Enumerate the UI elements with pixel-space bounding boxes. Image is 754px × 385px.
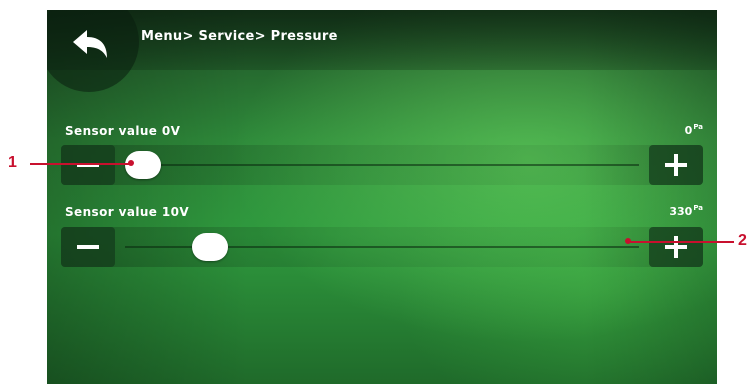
slider-label-0v: Sensor value 0V [65, 124, 181, 138]
slider-row-0v [61, 145, 703, 185]
increase-button-0v[interactable] [649, 145, 703, 185]
callout-dot-2 [625, 238, 631, 244]
decrease-button-10v[interactable] [61, 227, 115, 267]
device-screen: Menu> Service> Pressure Sensor value 0V … [47, 10, 717, 384]
back-button[interactable] [67, 26, 115, 66]
plus-icon [665, 154, 687, 176]
decrease-button-0v[interactable] [61, 145, 115, 185]
callout-number-1: 1 [8, 154, 17, 171]
callout-line-2 [630, 241, 734, 243]
slider-thumb-10v[interactable] [191, 233, 228, 261]
slider-track-0v [125, 164, 639, 166]
slider-row-10v [61, 227, 703, 267]
callout-line-1 [30, 163, 130, 165]
breadcrumb: Menu> Service> Pressure [141, 29, 338, 44]
plus-icon [665, 236, 687, 258]
minus-icon [77, 163, 99, 167]
slider-value-0v: 0Pa [684, 123, 703, 137]
callout-dot-1 [128, 160, 134, 166]
slider-label-10v: Sensor value 10V [65, 205, 190, 219]
slider-value-10v: 330Pa [669, 204, 703, 218]
callout-number-2: 2 [738, 232, 747, 249]
increase-button-10v[interactable] [649, 227, 703, 267]
back-arrow-icon [73, 30, 107, 58]
minus-icon [77, 245, 99, 249]
